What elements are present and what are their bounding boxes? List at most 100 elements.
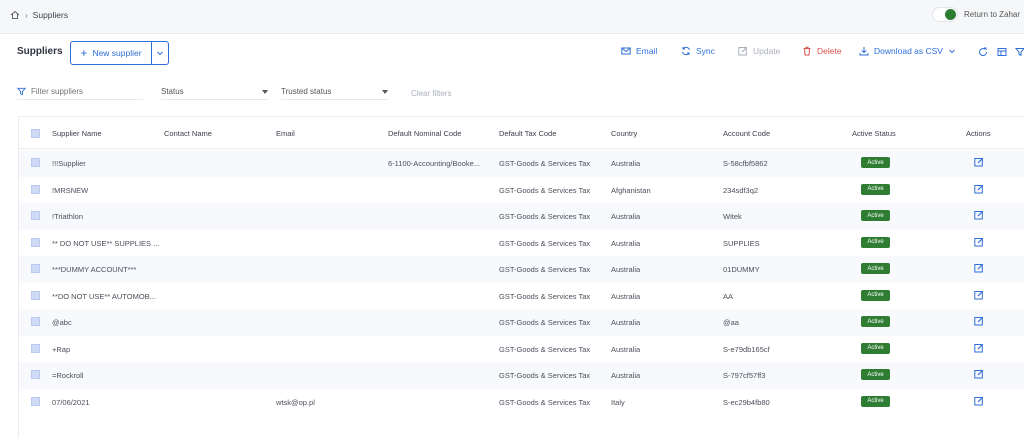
email-button[interactable]: Email [621, 46, 657, 56]
table-row[interactable]: 07/06/2021 wtsk@op.pl GST-Goods & Services… [19, 389, 1024, 416]
table-row[interactable]: ** DO NOT USE** SUPPLIES ... GST-Goods & … [19, 230, 1024, 257]
cell-tax: GST-Goods & Services Tax [499, 185, 591, 195]
table-row[interactable]: +Rap GST-Goods & Services Tax Australia S-e… [19, 336, 1024, 363]
column-header[interactable]: Email [276, 129, 295, 138]
status-badge: Active [861, 263, 890, 274]
table-row[interactable]: ***DUMMY ACCOUNT*** GST-Goods & Services … [19, 256, 1024, 283]
status-badge: Active [861, 316, 890, 327]
row-checkbox[interactable] [31, 158, 40, 167]
card-header: Suppliers + New supplier Email Sync Upda… [0, 34, 1024, 70]
edit-icon[interactable] [974, 210, 984, 220]
cell-account: S-797cf57ff3 [723, 371, 766, 380]
sync-label: Sync [696, 46, 715, 56]
edit-icon[interactable] [974, 184, 984, 194]
cell-country: Australia [611, 371, 641, 380]
column-header[interactable]: Contact Name [164, 129, 212, 138]
return-toggle-group[interactable]: Return to Zahar [932, 7, 1020, 22]
cell-tax: GST-Goods & Services Tax [499, 397, 591, 407]
table-row[interactable]: !!!Supplier 6-1100-Accounting/Booke... GST… [19, 150, 1024, 177]
table-row[interactable]: !MRSNEW GST-Goods & Services Tax Afghanist… [19, 177, 1024, 204]
cell-tax: GST-Goods & Services Tax [499, 159, 591, 168]
cell-tax: GST-Goods & Services Tax [499, 265, 591, 274]
cell-name: ** DO NOT USE** SUPPLIES ... [52, 238, 160, 248]
filter-icon[interactable] [1015, 47, 1024, 57]
column-header[interactable]: Supplier Name [52, 129, 102, 138]
caret-down-icon [382, 89, 388, 94]
row-checkbox[interactable] [31, 211, 40, 220]
delete-button[interactable]: Delete [802, 46, 842, 56]
cell-name: !!!Supplier [52, 159, 86, 168]
filter-suppliers-input[interactable] [31, 87, 131, 96]
row-checkbox[interactable] [31, 396, 40, 406]
row-checkbox[interactable] [31, 290, 40, 300]
download-csv-button[interactable]: Download as CSV [859, 46, 956, 56]
status-select-label: Status [161, 87, 184, 96]
cell-account: 234sdf3q2 [723, 185, 759, 195]
column-header[interactable]: Account Code [723, 129, 770, 138]
toolbar: Email Sync Update Delete Download as CSV [0, 46, 1024, 60]
status-select[interactable]: Status [161, 84, 268, 100]
download-label: Download as CSV [874, 46, 943, 56]
caret-down-icon [262, 89, 268, 94]
cell-name: ***DUMMY ACCOUNT*** [52, 265, 137, 274]
row-checkbox[interactable] [31, 343, 40, 353]
chevron-right-icon: › [25, 10, 28, 20]
cell-tax: GST-Goods & Services Tax [499, 238, 591, 248]
column-header[interactable]: Active Status [852, 129, 896, 138]
email-icon [621, 47, 631, 55]
breadcrumb-current: Suppliers [32, 10, 69, 20]
edit-icon[interactable] [974, 263, 984, 273]
top-bar: › Suppliers Return to Zahar [0, 0, 1024, 32]
edit-icon[interactable] [974, 237, 984, 247]
cell-nominal: 6-1100-Accounting/Booke... [388, 159, 481, 168]
table-row[interactable]: **DO NOT USE** AUTOMOB... GST-Goods & Ser… [19, 283, 1024, 310]
cell-account: 01DUMMY [723, 265, 760, 274]
cell-country: Australia [611, 212, 641, 221]
row-checkbox[interactable] [31, 370, 40, 379]
cell-tax: GST-Goods & Services Tax [499, 318, 591, 327]
cell-tax: GST-Goods & Services Tax [499, 212, 591, 221]
edit-icon[interactable] [974, 290, 984, 300]
cell-country: Australia [611, 265, 641, 274]
cell-account: @aa [723, 318, 739, 327]
edit-icon [738, 46, 748, 56]
filter-suppliers-field[interactable] [17, 84, 143, 100]
refresh-icon[interactable] [978, 47, 988, 57]
filter-bar: Status Trusted status Clear filters [0, 77, 1024, 107]
update-label: Update [753, 46, 781, 56]
edit-icon[interactable] [974, 316, 984, 326]
column-header[interactable]: Country [611, 129, 637, 138]
edit-icon[interactable] [974, 343, 984, 353]
trusted-status-select[interactable]: Trusted status [281, 84, 388, 100]
row-checkbox[interactable] [31, 317, 40, 326]
table-row[interactable]: !Triathlon GST-Goods & Services Tax Austra… [19, 203, 1024, 230]
filter-icon [17, 87, 26, 96]
cell-account: AA [723, 291, 734, 301]
clear-filters-link[interactable]: Clear filters [411, 89, 451, 98]
cell-name: =Rockroll [52, 371, 84, 380]
cell-account: S-ec29b4fb80 [723, 397, 770, 407]
edit-icon[interactable] [974, 157, 984, 167]
row-checkbox[interactable] [31, 264, 40, 273]
columns-icon[interactable] [997, 47, 1007, 57]
cell-country: Australia [611, 159, 641, 168]
table-row[interactable]: =Rockroll GST-Goods & Services Tax Austral… [19, 362, 1024, 389]
trash-icon [803, 46, 811, 56]
edit-icon[interactable] [974, 396, 984, 406]
select-all-checkbox[interactable] [31, 129, 40, 138]
suppliers-table: Supplier Name Contact Name Email Default… [18, 116, 1024, 438]
table-row[interactable]: @abc GST-Goods & Services Tax Australia @aa… [19, 309, 1024, 336]
edit-icon[interactable] [974, 369, 984, 379]
email-label: Email [636, 46, 658, 56]
row-checkbox[interactable] [31, 237, 40, 247]
update-button[interactable]: Update [738, 46, 780, 56]
status-badge: Active [861, 369, 890, 380]
return-toggle[interactable] [932, 7, 958, 22]
row-checkbox[interactable] [31, 184, 40, 194]
home-icon[interactable] [10, 10, 20, 20]
column-header[interactable]: Default Nominal Code [388, 129, 461, 138]
column-header[interactable]: Default Tax Code [499, 129, 556, 138]
sync-button[interactable]: Sync [681, 46, 715, 56]
delete-label: Delete [817, 46, 842, 56]
cell-country: Australia [611, 291, 641, 301]
